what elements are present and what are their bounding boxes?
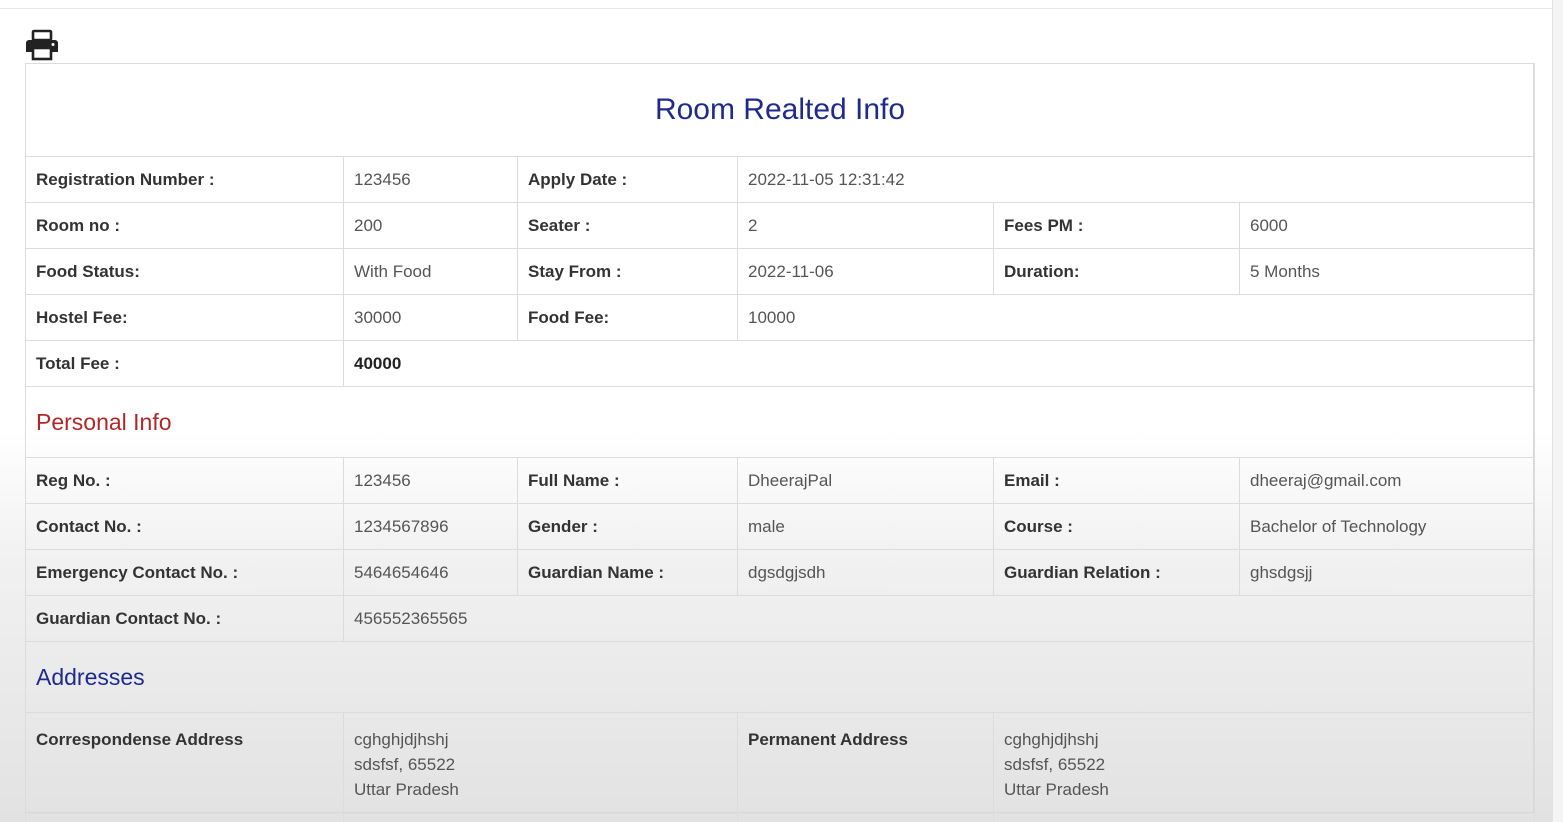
table-row: Contact No. : 1234567896 Gender : male C… (25, 503, 1536, 550)
guardian-contact-value: 456552365565 (342, 595, 1536, 642)
guardian-name-label: Guardian Name : (517, 549, 738, 596)
table-row: Food Status: With Food Stay From : 2022-… (25, 248, 1536, 295)
guardian-relation-value: ghsdgsjj (1238, 549, 1536, 596)
gender-value: male (737, 503, 994, 550)
correspondence-address-label: Correspondense Address (25, 712, 344, 822)
table-row: Reg No. : 123456 Full Name : DheerajPal … (25, 457, 1536, 504)
registration-number-value: 123456 (343, 156, 518, 203)
food-fee-label: Food Fee: (517, 294, 738, 341)
reg-no-value: 123456 (343, 457, 518, 504)
apply-date-value: 2022-11-05 12:31:42 (736, 156, 1536, 203)
table-row: Room no : 200 Seater : 2 Fees PM : 6000 (25, 202, 1536, 249)
table-row: Emergency Contact No. : 5464654646 Guard… (25, 549, 1536, 596)
emergency-contact-value: 5464654646 (343, 549, 518, 596)
address-line: sdsfsf, 65522 (1004, 755, 1106, 774)
permanent-address-value: cghghjdjhshj sdsfsf, 65522 Uttar Pradesh (992, 712, 1536, 822)
room-no-value: 200 (343, 202, 518, 249)
reg-no-label: Reg No. : (25, 457, 344, 504)
scroll-edge (1552, 0, 1563, 822)
hostel-fee-label: Hostel Fee: (25, 294, 344, 341)
addresses-heading: Addresses (24, 641, 1536, 713)
registration-number-label: Registration Number : (25, 156, 344, 203)
address-line: cghghjdjhshj (1004, 730, 1099, 749)
table-row: Correspondense Address cghghjdjhshj sdsf… (25, 712, 1536, 822)
total-fee-value: 40000 (342, 340, 1536, 387)
gender-label: Gender : (517, 503, 738, 550)
duration-value: 5 Months (1238, 248, 1536, 295)
table-row: Total Fee : 40000 (25, 340, 1536, 387)
seater-value: 2 (737, 202, 994, 249)
emergency-contact-label: Emergency Contact No. : (25, 549, 344, 596)
email-value: dheeraj@gmail.com (1238, 457, 1536, 504)
address-line: Uttar Pradesh (354, 780, 459, 799)
total-fee-label: Total Fee : (25, 340, 344, 387)
duration-label: Duration: (993, 248, 1240, 295)
seater-label: Seater : (517, 202, 738, 249)
printer-icon[interactable] (24, 28, 60, 62)
stay-from-value: 2022-11-06 (737, 248, 994, 295)
fees-pm-value: 6000 (1238, 202, 1536, 249)
fees-pm-label: Fees PM : (993, 202, 1240, 249)
permanent-address-label: Permanent Address (737, 712, 994, 822)
table-row: Hostel Fee: 30000 Food Fee: 10000 (25, 294, 1536, 341)
address-line: cghghjdjhshj (354, 730, 449, 749)
title-row: Room Realted Info (24, 63, 1536, 157)
address-line: Uttar Pradesh (1004, 780, 1109, 799)
guardian-contact-label: Guardian Contact No. : (25, 595, 344, 642)
food-fee-value: 10000 (736, 294, 1536, 341)
page: Room Realted Info Registration Number : … (0, 0, 1563, 822)
course-label: Course : (993, 503, 1240, 550)
guardian-name-value: dgsdgjsdh (737, 549, 994, 596)
stay-from-label: Stay From : (517, 248, 738, 295)
section-row: Personal Info (24, 386, 1536, 458)
top-divider (0, 0, 1552, 9)
guardian-relation-label: Guardian Relation : (993, 549, 1240, 596)
address-line: sdsfsf, 65522 (354, 755, 456, 774)
section-row: Addresses (24, 641, 1536, 713)
correspondence-address-value: cghghjdjhshj sdsfsf, 65522 Uttar Pradesh (343, 712, 738, 822)
course-value: Bachelor of Technology (1238, 503, 1536, 550)
table-row: Registration Number : 123456 Apply Date … (25, 156, 1536, 203)
hostel-fee-value: 30000 (343, 294, 518, 341)
full-name-label: Full Name : (517, 457, 738, 504)
page-title: Room Realted Info (24, 63, 1536, 157)
full-name-value: DheerajPal (737, 457, 994, 504)
contact-no-label: Contact No. : (25, 503, 344, 550)
personal-info-heading: Personal Info (24, 386, 1536, 458)
contact-no-value: 1234567896 (343, 503, 518, 550)
food-status-label: Food Status: (25, 248, 344, 295)
email-label: Email : (993, 457, 1240, 504)
table-row: Guardian Contact No. : 456552365565 (25, 595, 1536, 642)
details-table: Room Realted Info Registration Number : … (24, 63, 1536, 822)
apply-date-label: Apply Date : (517, 156, 738, 203)
room-no-label: Room no : (25, 202, 344, 249)
food-status-value: With Food (343, 248, 518, 295)
